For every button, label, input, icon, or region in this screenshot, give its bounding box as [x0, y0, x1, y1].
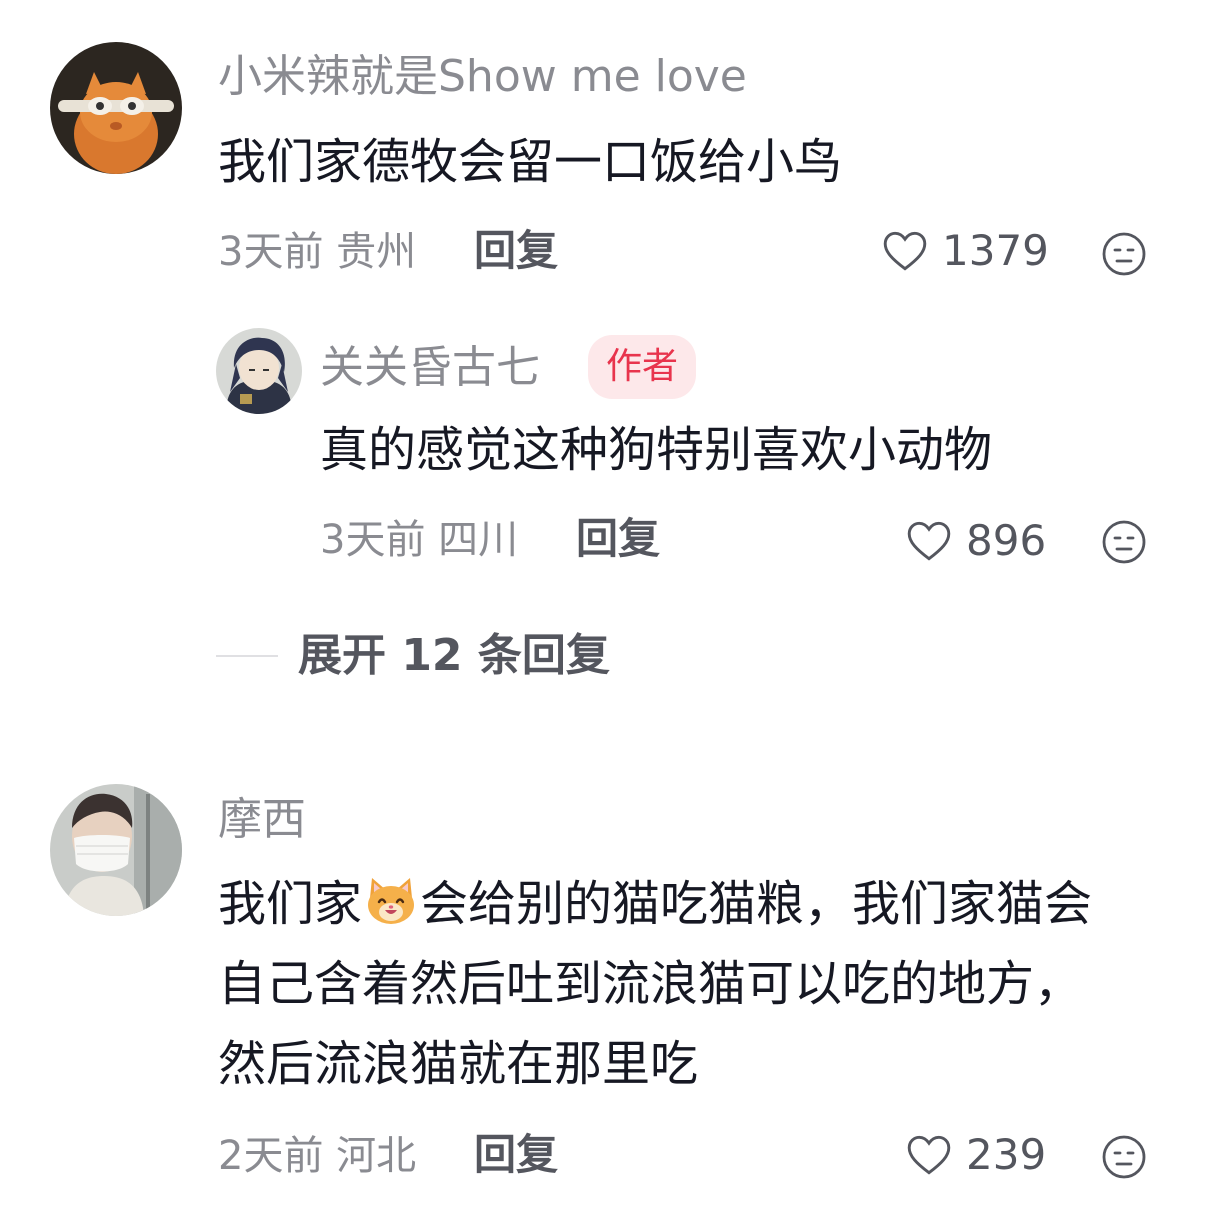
comment-text: 我们家 会给别的猫吃猫粮，我们家猫会 自己含着然后吐到流浪猫可以吃的地方， 然后… — [218, 864, 1092, 1104]
like-button[interactable]: 896 — [904, 516, 1046, 566]
dislike-face-icon[interactable] — [1100, 230, 1148, 278]
comment-text-segment: 自己含着然后吐到流浪猫可以吃的地方， — [218, 956, 1083, 1012]
reply-username[interactable]: 关关昏古七 — [320, 346, 540, 390]
like-count: 896 — [966, 516, 1047, 565]
person-avatar-image — [50, 784, 182, 916]
comment-text-segment: 会给别的猫吃猫粮，我们家猫会 — [420, 876, 1093, 932]
comment-username[interactable]: 小米辣就是Show me love — [218, 55, 747, 99]
comment-text-segment: 然后流浪猫就在那里吃 — [218, 1036, 699, 1092]
dislike-face-icon[interactable] — [1100, 518, 1148, 566]
reply-button[interactable]: 回复 — [576, 518, 660, 560]
heart-icon — [883, 231, 927, 271]
like-button[interactable]: 1379 — [880, 226, 1049, 276]
comment-text: 我们家德牧会留一口饭给小鸟 — [218, 134, 843, 190]
reply-text: 真的感觉这种狗特别喜欢小动物 — [320, 422, 993, 478]
cat-face-emoji — [368, 878, 415, 924]
heart-icon — [907, 1135, 951, 1175]
comment-username[interactable]: 摩西 — [218, 798, 306, 842]
reply-button[interactable]: 回复 — [474, 1134, 558, 1176]
avatar[interactable] — [50, 784, 182, 916]
like-button[interactable]: 239 — [904, 1130, 1046, 1180]
cat-avatar-image — [50, 42, 182, 174]
expand-replies-button[interactable]: 展开 12 条回复 — [298, 634, 610, 678]
expand-divider — [216, 655, 278, 657]
author-badge: 作者 — [588, 335, 697, 399]
like-count: 1379 — [942, 226, 1049, 275]
heart-icon — [907, 521, 951, 561]
comment-time-location: 2天前 河北 — [218, 1133, 417, 1179]
dislike-face-icon[interactable] — [1100, 1133, 1148, 1181]
comment-time-location: 3天前 贵州 — [218, 229, 417, 275]
avatar[interactable] — [216, 328, 302, 414]
comment-text-segment: 我们家 — [218, 876, 363, 932]
avatar[interactable] — [50, 42, 182, 174]
anime-avatar-image — [216, 328, 302, 414]
reply-button[interactable]: 回复 — [474, 230, 558, 272]
like-count: 239 — [966, 1130, 1047, 1179]
reply-time-location: 3天前 四川 — [320, 517, 519, 563]
